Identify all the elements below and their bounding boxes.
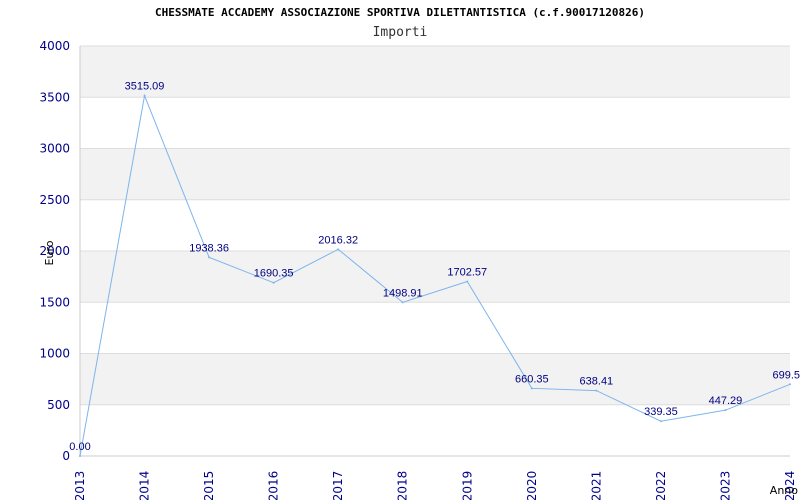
data-label: 0.00 bbox=[69, 441, 90, 453]
data-point bbox=[208, 256, 211, 259]
y-tick-label: 3000 bbox=[39, 142, 70, 156]
data-label: 1690.35 bbox=[254, 268, 294, 280]
data-point bbox=[659, 420, 662, 423]
x-axis-title: Anno bbox=[770, 484, 798, 497]
data-label: 3515.09 bbox=[125, 81, 165, 93]
x-tick-label: 2014 bbox=[138, 471, 152, 500]
grid-band bbox=[80, 148, 790, 200]
data-label: 2016.32 bbox=[318, 234, 358, 246]
x-tick-label: 2015 bbox=[202, 471, 216, 500]
x-tick-label: 2013 bbox=[73, 471, 87, 500]
y-tick-label: 3500 bbox=[39, 90, 70, 104]
y-axis-title: Euro bbox=[43, 240, 56, 265]
data-point bbox=[530, 387, 533, 390]
data-point bbox=[79, 455, 81, 457]
x-tick-label: 2020 bbox=[525, 471, 539, 500]
data-label: 339.35 bbox=[644, 406, 678, 418]
data-label: 1498.91 bbox=[383, 287, 423, 299]
y-tick-label: 500 bbox=[47, 398, 70, 412]
data-label: 1938.36 bbox=[189, 242, 229, 254]
data-point bbox=[337, 248, 340, 251]
y-tick-label: 4000 bbox=[39, 39, 70, 53]
data-label: 699.5 bbox=[772, 369, 800, 381]
line-chart: 05001000150020002500300035004000 2013 201… bbox=[39, 39, 800, 500]
data-label: 638.41 bbox=[580, 376, 614, 388]
data-point bbox=[272, 281, 275, 284]
x-tick-label: 2018 bbox=[396, 471, 410, 500]
data-point bbox=[401, 301, 404, 304]
data-point bbox=[595, 389, 598, 392]
x-tick-label: 2017 bbox=[331, 471, 345, 500]
data-label: 660.35 bbox=[515, 373, 549, 385]
x-tick-label: 2021 bbox=[589, 471, 603, 500]
data-point bbox=[789, 383, 791, 386]
y-tick-label: 1000 bbox=[39, 347, 70, 361]
data-point bbox=[724, 409, 727, 412]
data-point bbox=[143, 94, 146, 97]
grid-band bbox=[80, 353, 790, 405]
grid-band bbox=[80, 251, 790, 303]
grid-bands bbox=[80, 46, 790, 405]
x-tick-label: 2022 bbox=[654, 471, 668, 500]
y-tick-label: 1500 bbox=[39, 295, 70, 309]
x-tick-label: 2023 bbox=[718, 471, 732, 500]
x-axis-ticks: 2013 2014 2015 2016 2017 2018 2019 2020 2021 2022… bbox=[73, 471, 797, 500]
x-tick-label: 2016 bbox=[267, 471, 281, 500]
x-tick-label: 2019 bbox=[460, 471, 474, 500]
data-point bbox=[466, 280, 469, 283]
data-label: 1702.57 bbox=[447, 266, 487, 278]
y-tick-label: 2500 bbox=[39, 193, 70, 207]
grid-band bbox=[80, 46, 790, 98]
data-label: 447.29 bbox=[709, 395, 743, 407]
